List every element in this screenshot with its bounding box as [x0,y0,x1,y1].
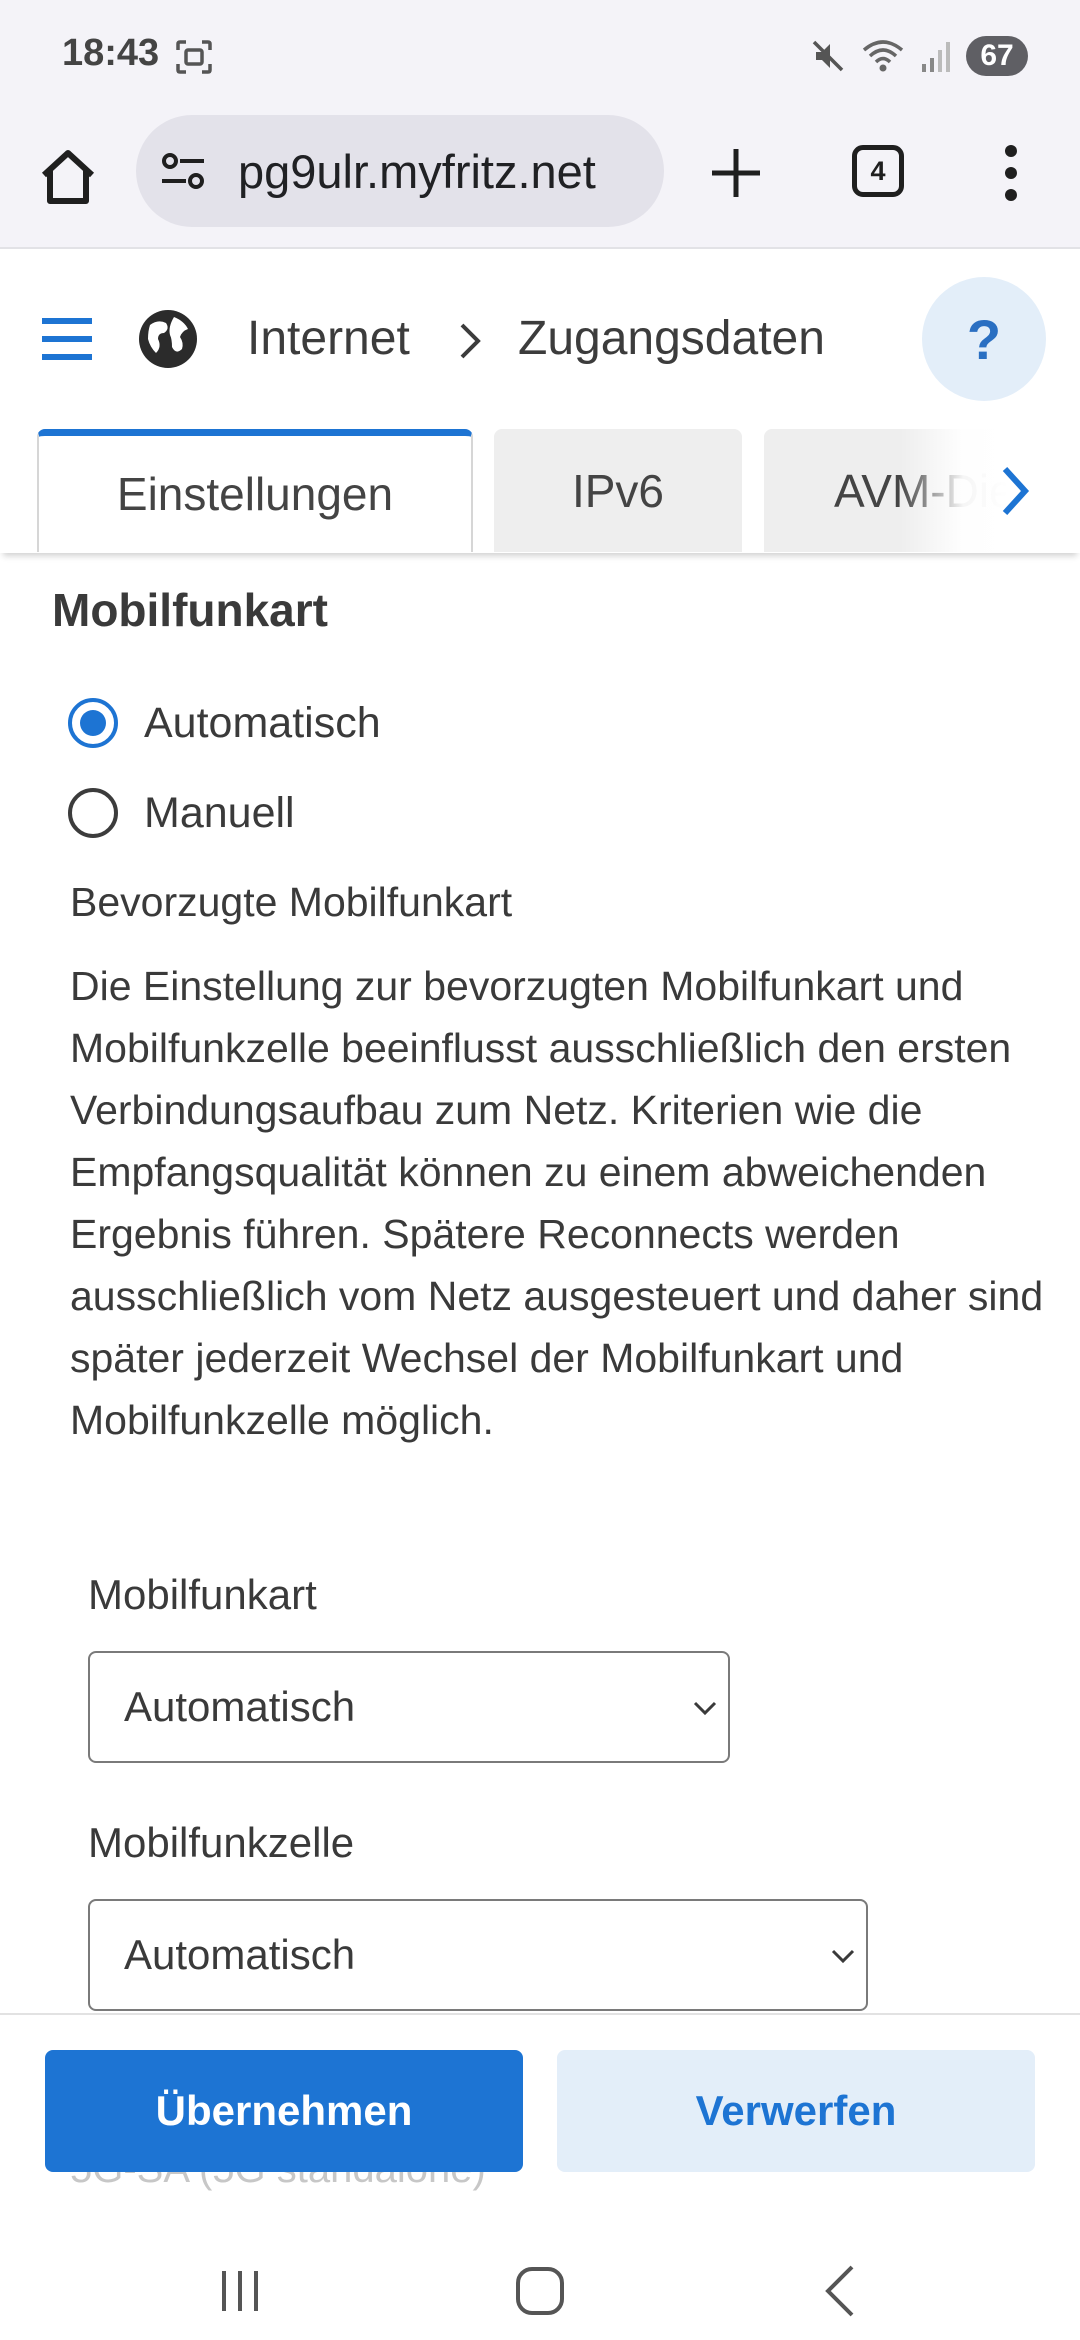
breadcrumb-zugangsdaten: Zugangsdaten [518,312,825,365]
action-footer: 5G-SA (5G standalone) Übernehmen Verwerf… [0,2013,1080,2243]
tab-ipv6[interactable]: IPv6 [494,429,742,552]
site-settings-icon[interactable] [158,149,210,193]
select-value: Automatisch [124,1931,356,1978]
tab-bar: Einstellungen IPv6 AVM-Dienste [0,429,1080,553]
mobilfunkzelle-select[interactable]: Automatisch [88,1899,868,2011]
wifi-icon [862,40,904,72]
mute-icon [812,40,844,72]
select-value: Automatisch [124,1683,356,1730]
chevron-down-icon [831,1949,855,1964]
chevron-right-icon [460,323,481,359]
mobilfunkart-label: Mobilfunkart [88,1571,317,1618]
browser-toolbar: pg9ulr.myfritz.net 4 [0,115,1080,249]
radio-label: Automatisch [144,698,381,747]
tabs-scroll-right-icon[interactable] [985,459,1045,523]
mobilfunkart-select[interactable]: Automatisch [88,1651,730,1763]
breadcrumb-internet[interactable]: Internet [247,311,410,366]
discard-button[interactable]: Verwerfen [557,2050,1035,2172]
help-button[interactable]: ? [922,277,1046,401]
battery-icon: 67 [966,36,1028,76]
tab-einstellungen[interactable]: Einstellungen [37,429,473,552]
settings-content: Mobilfunkart Automatisch Manuell Bevorzu… [0,553,1080,2013]
status-bar: 18:43 67 [0,0,1080,115]
mobilfunkzelle-label: Mobilfunkzelle [88,1819,355,1866]
radio-label: Manuell [144,788,295,837]
chevron-down-icon [693,1701,717,1716]
tab-count: 4 [870,155,886,186]
screenshot-icon [176,40,212,74]
radio-automatisch[interactable]: Automatisch [68,698,381,748]
radio-manuell[interactable]: Manuell [68,788,295,838]
home-icon[interactable] [36,145,100,209]
url-text: pg9ulr.myfritz.net [238,144,596,198]
home-nav-icon[interactable] [510,2261,570,2321]
system-nav-bar [0,2243,1080,2340]
app-header: Internet Zugangsdaten ? [0,249,1080,429]
apply-button[interactable]: Übernehmen [45,2050,523,2172]
radio-button-checked[interactable] [68,698,118,748]
tab-switcher-icon[interactable]: 4 [852,145,904,197]
new-tab-plus-icon[interactable] [706,143,766,203]
more-vert-icon[interactable] [996,143,1026,203]
radio-button[interactable] [68,788,118,838]
hamburger-menu-icon[interactable] [40,317,94,361]
globe-icon [139,310,197,368]
signal-icon [922,42,950,72]
help-label: ? [966,307,1002,371]
status-time: 18:43 [62,32,160,74]
recent-apps-icon[interactable] [210,2261,270,2321]
address-bar[interactable]: pg9ulr.myfritz.net [136,115,664,227]
preferred-heading: Bevorzugte Mobilfunkart [70,879,513,925]
description-text: Die Einstellung zur bevorzugten Mobilfun… [70,963,1044,1443]
back-icon[interactable] [812,2261,872,2321]
section-title: Mobilfunkart [52,584,328,636]
